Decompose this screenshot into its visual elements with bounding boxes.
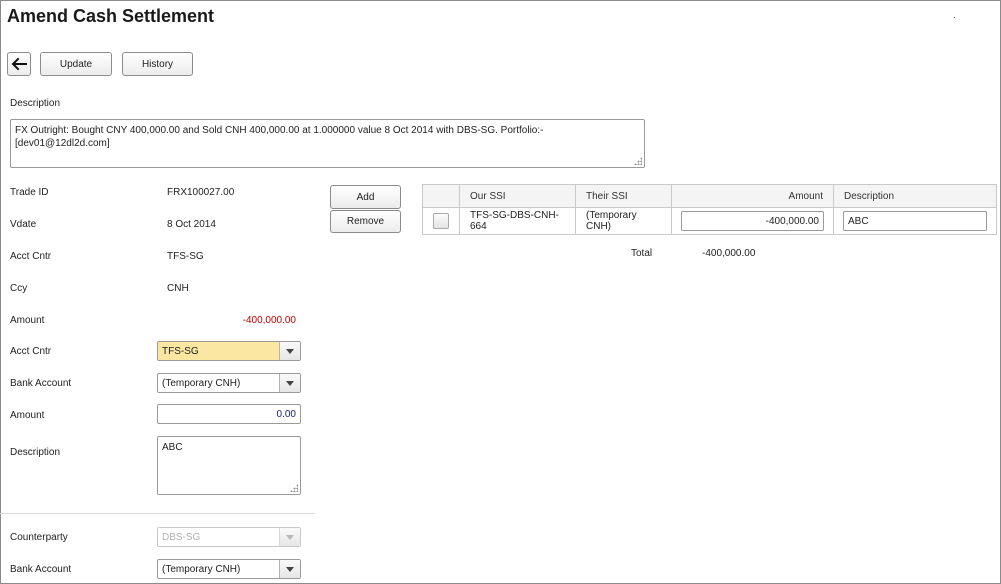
description-label: Description — [10, 98, 61, 109]
history-button[interactable]: History — [122, 52, 193, 76]
chevron-down-icon[interactable] — [279, 560, 300, 578]
row-amount-value: -400,000.00 — [765, 215, 819, 227]
corner-mark: . — [953, 10, 956, 21]
bank-account-label: Bank Account — [10, 378, 72, 389]
bank-account-select[interactable]: (Temporary CNH) — [157, 373, 301, 393]
grid-header-our-ssi[interactable]: Our SSI — [459, 184, 576, 208]
our-ssi-cell: TFS-SG-DBS-CNH-664 — [459, 207, 576, 235]
resize-grip-icon[interactable] — [290, 484, 298, 492]
counterparty-label: Counterparty — [10, 532, 68, 543]
trade-id-value: FRX100027.00 — [167, 187, 235, 198]
acct-cntr-label: Acct Cntr — [10, 251, 52, 262]
update-button[interactable]: Update — [40, 52, 112, 76]
form-description-label: Description — [10, 447, 61, 458]
settlement-grid: Our SSI Their SSI Amount Description TFS… — [422, 184, 997, 235]
form-acct-cntr-label: Acct Cntr — [10, 346, 52, 357]
grid-header-amount[interactable]: Amount — [671, 184, 834, 208]
row-description-input[interactable]: ABC — [843, 211, 987, 231]
counterparty-bank-account-value: (Temporary CNH) — [162, 563, 241, 575]
back-button[interactable] — [7, 52, 31, 76]
description-textarea[interactable]: FX Outright: Bought CNY 400,000.00 and S… — [10, 119, 645, 168]
amount-input[interactable]: 0.00 — [157, 404, 301, 424]
arrow-left-icon — [11, 57, 27, 71]
acct-cntr-select[interactable]: TFS-SG — [157, 341, 301, 361]
total-label: Total — [631, 248, 653, 259]
bank-account-select-value: (Temporary CNH) — [162, 377, 241, 389]
ccy-label: Ccy — [10, 283, 28, 294]
amount-cell: -400,000.00 — [671, 207, 834, 235]
form-amount-label: Amount — [10, 410, 45, 421]
chevron-down-icon — [279, 528, 300, 546]
table-row[interactable]: TFS-SG-DBS-CNH-664 (Temporary CNH) -400,… — [422, 207, 997, 235]
chevron-down-icon[interactable] — [279, 374, 300, 392]
vdate-value: 8 Oct 2014 — [167, 219, 216, 230]
chevron-down-icon[interactable] — [279, 342, 300, 360]
counterparty-bank-account-select[interactable]: (Temporary CNH) — [157, 559, 301, 579]
grid-header-description[interactable]: Description — [833, 184, 997, 208]
counterparty-select: DBS-SG — [157, 527, 301, 547]
counterparty-bank-account-label: Bank Account — [10, 564, 72, 575]
row-amount-input[interactable]: -400,000.00 — [681, 211, 824, 231]
remove-button[interactable]: Remove — [330, 210, 401, 233]
description-cell: ABC — [833, 207, 997, 235]
row-description-value: ABC — [848, 215, 869, 227]
amount-input-value: 0.00 — [276, 408, 296, 420]
form-description-text: ABC — [162, 442, 183, 453]
ccy-value: CNH — [167, 283, 189, 294]
acct-cntr-select-value: TFS-SG — [162, 345, 199, 357]
their-ssi-cell: (Temporary CNH) — [575, 207, 672, 235]
total-value: -400,000.00 — [702, 248, 756, 259]
row-select-cell[interactable] — [422, 207, 460, 235]
window-frame — [0, 0, 1001, 584]
resize-grip-icon[interactable] — [634, 157, 642, 165]
page-title: Amend Cash Settlement — [7, 6, 215, 26]
grid-header-their-ssi[interactable]: Their SSI — [575, 184, 672, 208]
counterparty-select-value: DBS-SG — [162, 531, 201, 543]
trade-id-label: Trade ID — [10, 187, 49, 198]
amount-label: Amount — [10, 315, 45, 326]
row-checkbox[interactable] — [433, 213, 449, 229]
acct-cntr-value: TFS-SG — [167, 251, 204, 262]
add-button[interactable]: Add — [330, 185, 401, 209]
vdate-label: Vdate — [10, 219, 37, 230]
description-text: FX Outright: Bought CNY 400,000.00 and S… — [15, 125, 544, 149]
grid-header-select — [422, 184, 460, 208]
grid-header-row: Our SSI Their SSI Amount Description — [422, 184, 997, 208]
section-divider — [0, 513, 315, 514]
form-description-textarea[interactable]: ABC — [157, 436, 301, 495]
amount-value: -400,000.00 — [242, 315, 296, 326]
